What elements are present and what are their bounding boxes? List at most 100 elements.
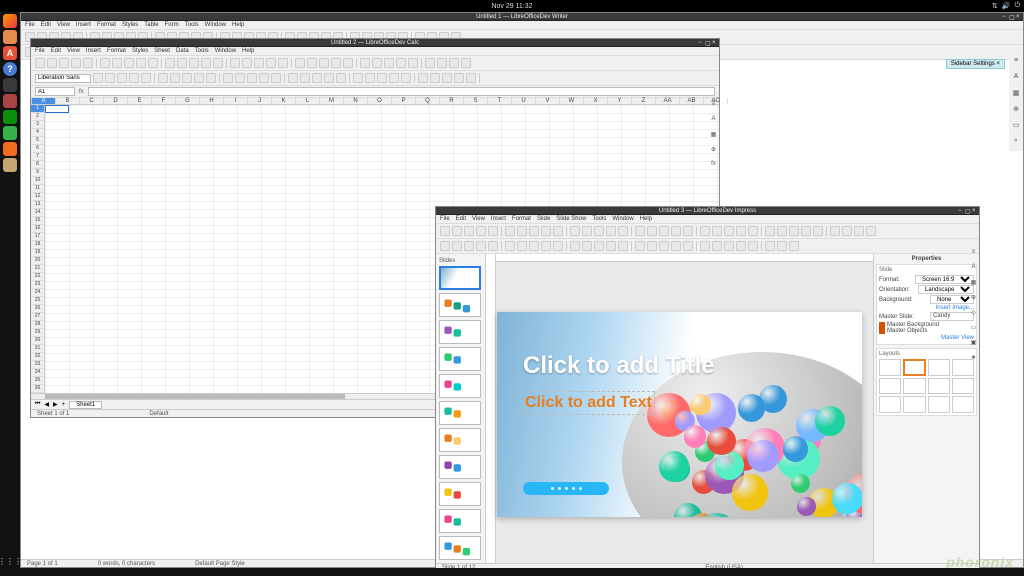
- scrollbar-thumb[interactable]: [45, 394, 345, 399]
- row-header[interactable]: 4: [31, 129, 44, 137]
- toolbar-button[interactable]: [437, 58, 447, 68]
- row-header[interactable]: 30: [31, 337, 44, 345]
- toolbar-button[interactable]: [83, 58, 93, 68]
- toolbar-button[interactable]: [365, 73, 375, 83]
- row-header[interactable]: 27: [31, 313, 44, 321]
- toolbar-button[interactable]: [724, 226, 734, 236]
- layout-option[interactable]: [903, 359, 925, 376]
- toolbar-button[interactable]: [454, 73, 464, 83]
- title-placeholder[interactable]: Click to add Title: [523, 352, 715, 380]
- slide-thumbnail[interactable]: [439, 428, 481, 452]
- column-header[interactable]: H: [200, 98, 224, 104]
- toolbar-button[interactable]: [553, 226, 563, 236]
- close-icon[interactable]: ×: [996, 61, 1000, 67]
- toolbar-button[interactable]: [464, 241, 474, 251]
- toolbar-button[interactable]: [112, 58, 122, 68]
- writer-sidebar-settings[interactable]: Sidebar Settings ×: [946, 59, 1005, 69]
- dock-app-green1-icon[interactable]: [3, 110, 17, 124]
- layout-option[interactable]: [879, 396, 901, 413]
- toolbar-button[interactable]: [606, 241, 616, 251]
- toolbar-button[interactable]: [464, 226, 474, 236]
- toolbar-button[interactable]: [59, 58, 69, 68]
- slide-thumbnail[interactable]: [439, 509, 481, 533]
- toolbar-button[interactable]: [324, 73, 334, 83]
- slide-thumbnail[interactable]: [439, 347, 481, 371]
- row-header[interactable]: 6: [31, 145, 44, 153]
- toolbar-button[interactable]: [408, 58, 418, 68]
- menu-help[interactable]: Help: [242, 48, 254, 54]
- toolbar-button[interactable]: [384, 58, 394, 68]
- toolbar-button[interactable]: [866, 226, 876, 236]
- toolbar-button[interactable]: [570, 241, 580, 251]
- power-icon[interactable]: ⏻: [1014, 2, 1020, 10]
- menu-edit[interactable]: Edit: [41, 22, 51, 28]
- toolbar-button[interactable]: [440, 226, 450, 236]
- column-header[interactable]: Q: [416, 98, 440, 104]
- toolbar-button[interactable]: [182, 73, 192, 83]
- toolbar-button[interactable]: [278, 58, 288, 68]
- maximize-icon[interactable]: ▢: [1009, 14, 1014, 19]
- row-header[interactable]: 23: [31, 281, 44, 289]
- toolbar-button[interactable]: [319, 58, 329, 68]
- toolbar-button[interactable]: [425, 58, 435, 68]
- column-header[interactable]: B: [56, 98, 80, 104]
- toolbar-button[interactable]: [842, 226, 852, 236]
- toolbar-button[interactable]: [158, 73, 168, 83]
- toolbar-button[interactable]: [671, 226, 681, 236]
- dock-app-orange-icon[interactable]: [3, 142, 17, 156]
- sheet-add-icon[interactable]: +: [62, 402, 66, 408]
- sidebar-shapes-icon[interactable]: ◇: [969, 309, 978, 318]
- slide-thumbnail[interactable]: [439, 374, 481, 398]
- column-header[interactable]: J: [248, 98, 272, 104]
- toolbar-button[interactable]: [618, 226, 628, 236]
- toolbar-button[interactable]: [476, 226, 486, 236]
- toolbar-button[interactable]: [635, 226, 645, 236]
- impress-window[interactable]: Untitled 3 — LibreOfficeDev Impress − ▢ …: [435, 206, 980, 572]
- column-header[interactable]: D: [104, 98, 128, 104]
- column-header[interactable]: Z: [632, 98, 656, 104]
- name-box[interactable]: [35, 87, 75, 96]
- dock-app-tan-icon[interactable]: [3, 158, 17, 172]
- toolbar-button[interactable]: [466, 73, 476, 83]
- layout-option[interactable]: [928, 396, 950, 413]
- toolbar-button[interactable]: [141, 73, 151, 83]
- toolbar-button[interactable]: [594, 241, 604, 251]
- toolbar-button[interactable]: [505, 241, 515, 251]
- toolbar-button[interactable]: [124, 58, 134, 68]
- toolbar-button[interactable]: [331, 58, 341, 68]
- toolbar-button[interactable]: [801, 226, 811, 236]
- toolbar-button[interactable]: [813, 226, 823, 236]
- toolbar-button[interactable]: [712, 241, 722, 251]
- maximize-icon[interactable]: ▢: [705, 40, 710, 45]
- sidebar-master-icon[interactable]: ▣: [969, 339, 978, 348]
- toolbar-button[interactable]: [247, 73, 257, 83]
- row-header[interactable]: 32: [31, 353, 44, 361]
- row-header[interactable]: 29: [31, 329, 44, 337]
- layout-option[interactable]: [903, 396, 925, 413]
- toolbar-button[interactable]: [449, 58, 459, 68]
- menu-tools[interactable]: Tools: [185, 22, 199, 28]
- column-header[interactable]: L: [296, 98, 320, 104]
- column-header[interactable]: N: [344, 98, 368, 104]
- column-header[interactable]: M: [320, 98, 344, 104]
- toolbar-button[interactable]: [254, 58, 264, 68]
- menu-help[interactable]: Help: [640, 216, 652, 222]
- toolbar-button[interactable]: [647, 241, 657, 251]
- status-sheet[interactable]: Sheet 1 of 1: [37, 411, 69, 417]
- toolbar-button[interactable]: [353, 73, 363, 83]
- menu-view[interactable]: View: [472, 216, 485, 222]
- row-header[interactable]: 18: [31, 241, 44, 249]
- dock-firefox-icon[interactable]: [3, 14, 17, 28]
- sidebar-animation-icon[interactable]: ★: [969, 354, 978, 363]
- menu-insert[interactable]: Insert: [491, 216, 506, 222]
- toolbar-button[interactable]: [189, 58, 199, 68]
- toolbar-button[interactable]: [529, 226, 539, 236]
- toolbar-button[interactable]: [271, 73, 281, 83]
- toolbar-button[interactable]: [635, 241, 645, 251]
- sidebar-functions-icon[interactable]: fx: [709, 161, 718, 170]
- slide-editor[interactable]: Click to add Title Click to add Text: [486, 254, 873, 563]
- column-header[interactable]: G: [176, 98, 200, 104]
- close-icon[interactable]: ×: [1016, 14, 1021, 19]
- menu-window[interactable]: Window: [215, 48, 236, 54]
- toolbar-button[interactable]: [235, 73, 245, 83]
